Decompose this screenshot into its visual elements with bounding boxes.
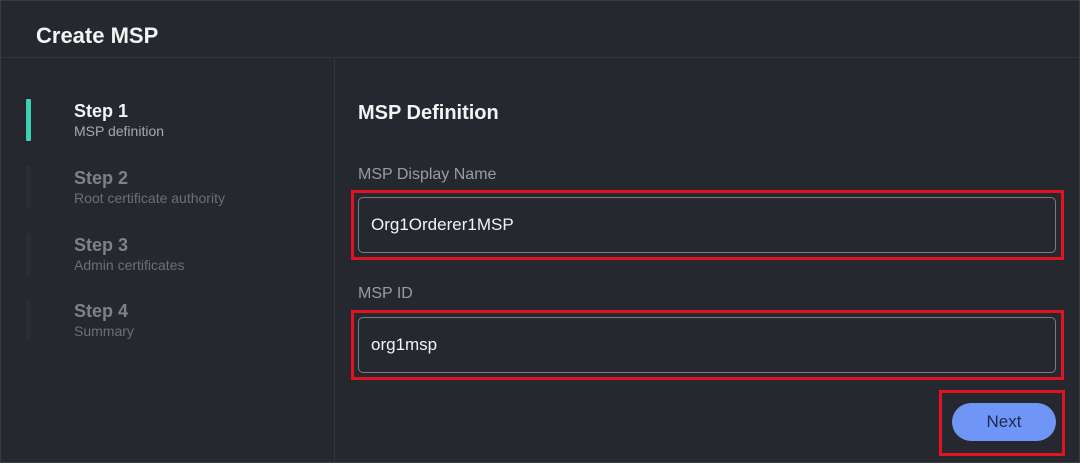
step-indicator (26, 233, 31, 275)
step-indicator (26, 166, 31, 208)
create-msp-modal: Create MSP Step 1 MSP definition Step 2 … (0, 0, 1080, 463)
step-description: Admin certificates (74, 257, 185, 273)
next-button[interactable]: Next (952, 403, 1056, 441)
step-indicator-active (26, 99, 31, 141)
msp-id-label: MSP ID (358, 285, 413, 302)
step-label: Step 2 (74, 168, 129, 188)
msp-definition-panel: MSP Definition MSP Display Name MSP ID N… (335, 58, 1079, 462)
step-label: Step 4 (74, 301, 129, 321)
step-3[interactable]: Step 3 Admin certificates (1, 232, 334, 282)
modal-title: Create MSP (36, 23, 159, 48)
step-2[interactable]: Step 2 Root certificate authority (1, 165, 334, 215)
step-description: Summary (74, 323, 134, 339)
msp-display-name-label: MSP Display Name (358, 166, 497, 183)
step-description: Root certificate authority (74, 190, 225, 206)
step-label: Step 3 (74, 235, 129, 255)
msp-display-name-input[interactable] (358, 197, 1056, 253)
steps-sidebar: Step 1 MSP definition Step 2 Root certif… (1, 58, 335, 462)
section-title: MSP Definition (358, 102, 499, 124)
step-description: MSP definition (74, 123, 165, 139)
step-indicator (26, 299, 31, 341)
modal-header: Create MSP (1, 1, 1079, 58)
step-1[interactable]: Step 1 MSP definition (1, 98, 334, 148)
step-label: Step 1 (74, 101, 129, 121)
msp-id-input[interactable] (358, 317, 1056, 373)
step-4[interactable]: Step 4 Summary (1, 298, 334, 348)
